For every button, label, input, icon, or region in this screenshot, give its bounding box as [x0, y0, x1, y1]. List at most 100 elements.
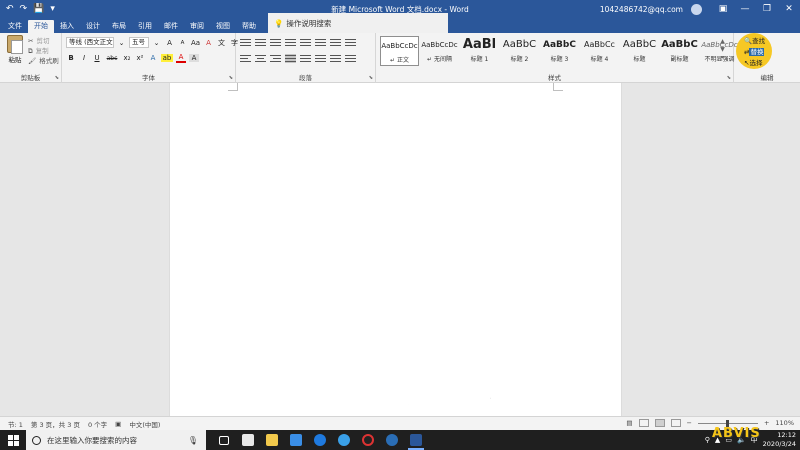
tab-file[interactable]: 文件 [2, 20, 28, 33]
focus-mode-icon[interactable]: ▤ [626, 419, 632, 427]
font-name-select[interactable]: 等线 (西文正文) [66, 37, 114, 48]
copy-button[interactable]: ⧉ 复制 [28, 46, 59, 56]
tab-layout[interactable]: 布局 [106, 20, 132, 33]
underline-button[interactable]: U [92, 54, 102, 62]
avatar[interactable] [691, 3, 702, 15]
tab-help[interactable]: 帮助 [236, 20, 262, 33]
text-effects-button[interactable]: A [148, 54, 158, 62]
change-case-button[interactable]: Aa [190, 39, 201, 47]
file-explorer-icon[interactable] [260, 430, 284, 450]
style-title[interactable]: AaBbC 标题 [620, 36, 659, 66]
tab-insert[interactable]: 插入 [54, 20, 80, 33]
read-mode-button[interactable] [638, 419, 649, 427]
numbering-icon[interactable] [255, 38, 266, 47]
mail-icon[interactable] [284, 430, 308, 450]
microphone-icon[interactable]: 🎙 [188, 436, 198, 445]
bullets-icon[interactable] [240, 38, 251, 47]
language-indicator[interactable]: 中文(中国) [129, 419, 160, 429]
paste-button[interactable]: 粘贴 [4, 35, 26, 64]
close-button[interactable]: ✕ [778, 4, 800, 14]
format-painter-button[interactable]: 🖌 格式刷 [28, 56, 59, 66]
char-shading-button[interactable]: A [189, 54, 199, 62]
tab-review[interactable]: 审阅 [184, 20, 210, 33]
grow-font-button[interactable]: A [164, 39, 175, 47]
customize-qat-icon[interactable]: ▾ [50, 4, 55, 14]
strikethrough-button[interactable]: abc [105, 55, 119, 62]
clock[interactable]: 12:12 2020/3/24 [763, 431, 796, 449]
proofing-icon[interactable]: ▣ [115, 420, 121, 428]
show-marks-icon[interactable] [345, 38, 356, 47]
style-subtitle[interactable]: AaBbC 副标题 [660, 36, 699, 66]
page-indicator[interactable]: 第 3 页，共 3 页 [31, 419, 80, 429]
tab-design[interactable]: 设计 [80, 20, 106, 33]
style-heading-4[interactable]: AaBbCc 标题 4 [580, 36, 619, 66]
ie-icon[interactable] [332, 430, 356, 450]
shading-icon[interactable] [330, 54, 341, 63]
bold-button[interactable]: B [66, 54, 76, 62]
font-size-select[interactable]: 五号 [129, 37, 149, 48]
font-color-button[interactable]: A [176, 53, 186, 63]
style-no-spacing[interactable]: AaBbCcDc ↵ 无间隔 [420, 36, 459, 66]
print-layout-button[interactable] [654, 419, 665, 427]
justify-icon[interactable] [285, 54, 296, 63]
find-button[interactable]: 🔍查找 [744, 36, 765, 47]
chevron-down-icon[interactable]: ⌄ [151, 39, 162, 47]
chevron-down-icon[interactable]: ⌄ [116, 39, 127, 47]
start-button[interactable] [0, 430, 26, 450]
ribbon-display-icon[interactable]: ▣ [712, 4, 734, 14]
document-page[interactable] [169, 83, 622, 416]
tell-me-search[interactable]: 💡 操作说明搜索 [268, 13, 448, 33]
redo-icon[interactable]: ↷ [20, 4, 28, 14]
style-heading-1[interactable]: AaBl 标题 1 [460, 36, 499, 66]
edge-icon[interactable] [308, 430, 332, 450]
account-name[interactable]: 1042486742@qq.com [600, 5, 683, 14]
undo-icon[interactable]: ↶ [6, 4, 14, 14]
sort-icon[interactable] [330, 38, 341, 47]
borders-icon[interactable] [345, 54, 356, 63]
zoom-slider[interactable] [697, 419, 758, 427]
section-indicator[interactable]: 节: 1 [8, 419, 23, 429]
decrease-indent-icon[interactable] [285, 38, 296, 47]
zoom-level[interactable]: 110% [775, 419, 794, 427]
tab-view[interactable]: 视图 [210, 20, 236, 33]
taskbar-search[interactable]: 在这里输入你要搜索的内容 🎙 [26, 430, 206, 450]
dialog-launcher-icon[interactable]: ⬊ [55, 75, 59, 81]
align-right-icon[interactable] [270, 54, 281, 63]
style-heading-3[interactable]: AaBbC 标题 3 [540, 36, 579, 66]
people-icon[interactable]: ⚲ [705, 436, 710, 444]
select-button[interactable]: ↖选择 [744, 58, 765, 69]
subscript-button[interactable]: x₂ [122, 54, 132, 62]
word-taskbar-icon[interactable] [404, 430, 428, 450]
distributed-icon[interactable] [300, 54, 311, 63]
zoom-in-button[interactable]: + [764, 419, 769, 427]
increase-indent-icon[interactable] [300, 38, 311, 47]
restore-button[interactable]: ❐ [756, 4, 778, 14]
zoom-out-button[interactable]: − [687, 419, 692, 427]
browser-icon[interactable] [380, 430, 404, 450]
style-heading-2[interactable]: AaBbC 标题 2 [500, 36, 539, 66]
word-count[interactable]: 0 个字 [88, 419, 107, 429]
save-icon[interactable]: 💾 [33, 4, 44, 14]
store-icon[interactable] [236, 430, 260, 450]
dialog-launcher-icon[interactable]: ⬊ [369, 75, 373, 81]
replace-button[interactable]: ⇄替换 [744, 47, 765, 58]
line-spacing-icon[interactable] [315, 54, 326, 63]
multilevel-list-icon[interactable] [270, 38, 281, 47]
dialog-launcher-icon[interactable]: ⬊ [727, 75, 731, 81]
tab-references[interactable]: 引用 [132, 20, 158, 33]
align-left-icon[interactable] [240, 54, 251, 63]
tab-home[interactable]: 开始 [28, 20, 54, 33]
style-normal[interactable]: AaBbCcDc ↵ 正文 [380, 36, 419, 66]
superscript-button[interactable]: x² [135, 54, 145, 62]
task-view-icon[interactable] [212, 430, 236, 450]
clear-format-button[interactable]: A [203, 39, 214, 47]
tab-mailings[interactable]: 邮件 [158, 20, 184, 33]
chinese-layout-icon[interactable] [315, 38, 326, 47]
phonetic-guide-button[interactable]: 文 [216, 38, 227, 48]
highlight-button[interactable]: ab [161, 54, 173, 62]
minimize-button[interactable]: — [734, 4, 756, 14]
qq-icon[interactable] [356, 430, 380, 450]
dialog-launcher-icon[interactable]: ⬊ [229, 75, 233, 81]
cut-button[interactable]: ✂ 剪切 [28, 36, 59, 46]
italic-button[interactable]: I [79, 54, 89, 62]
